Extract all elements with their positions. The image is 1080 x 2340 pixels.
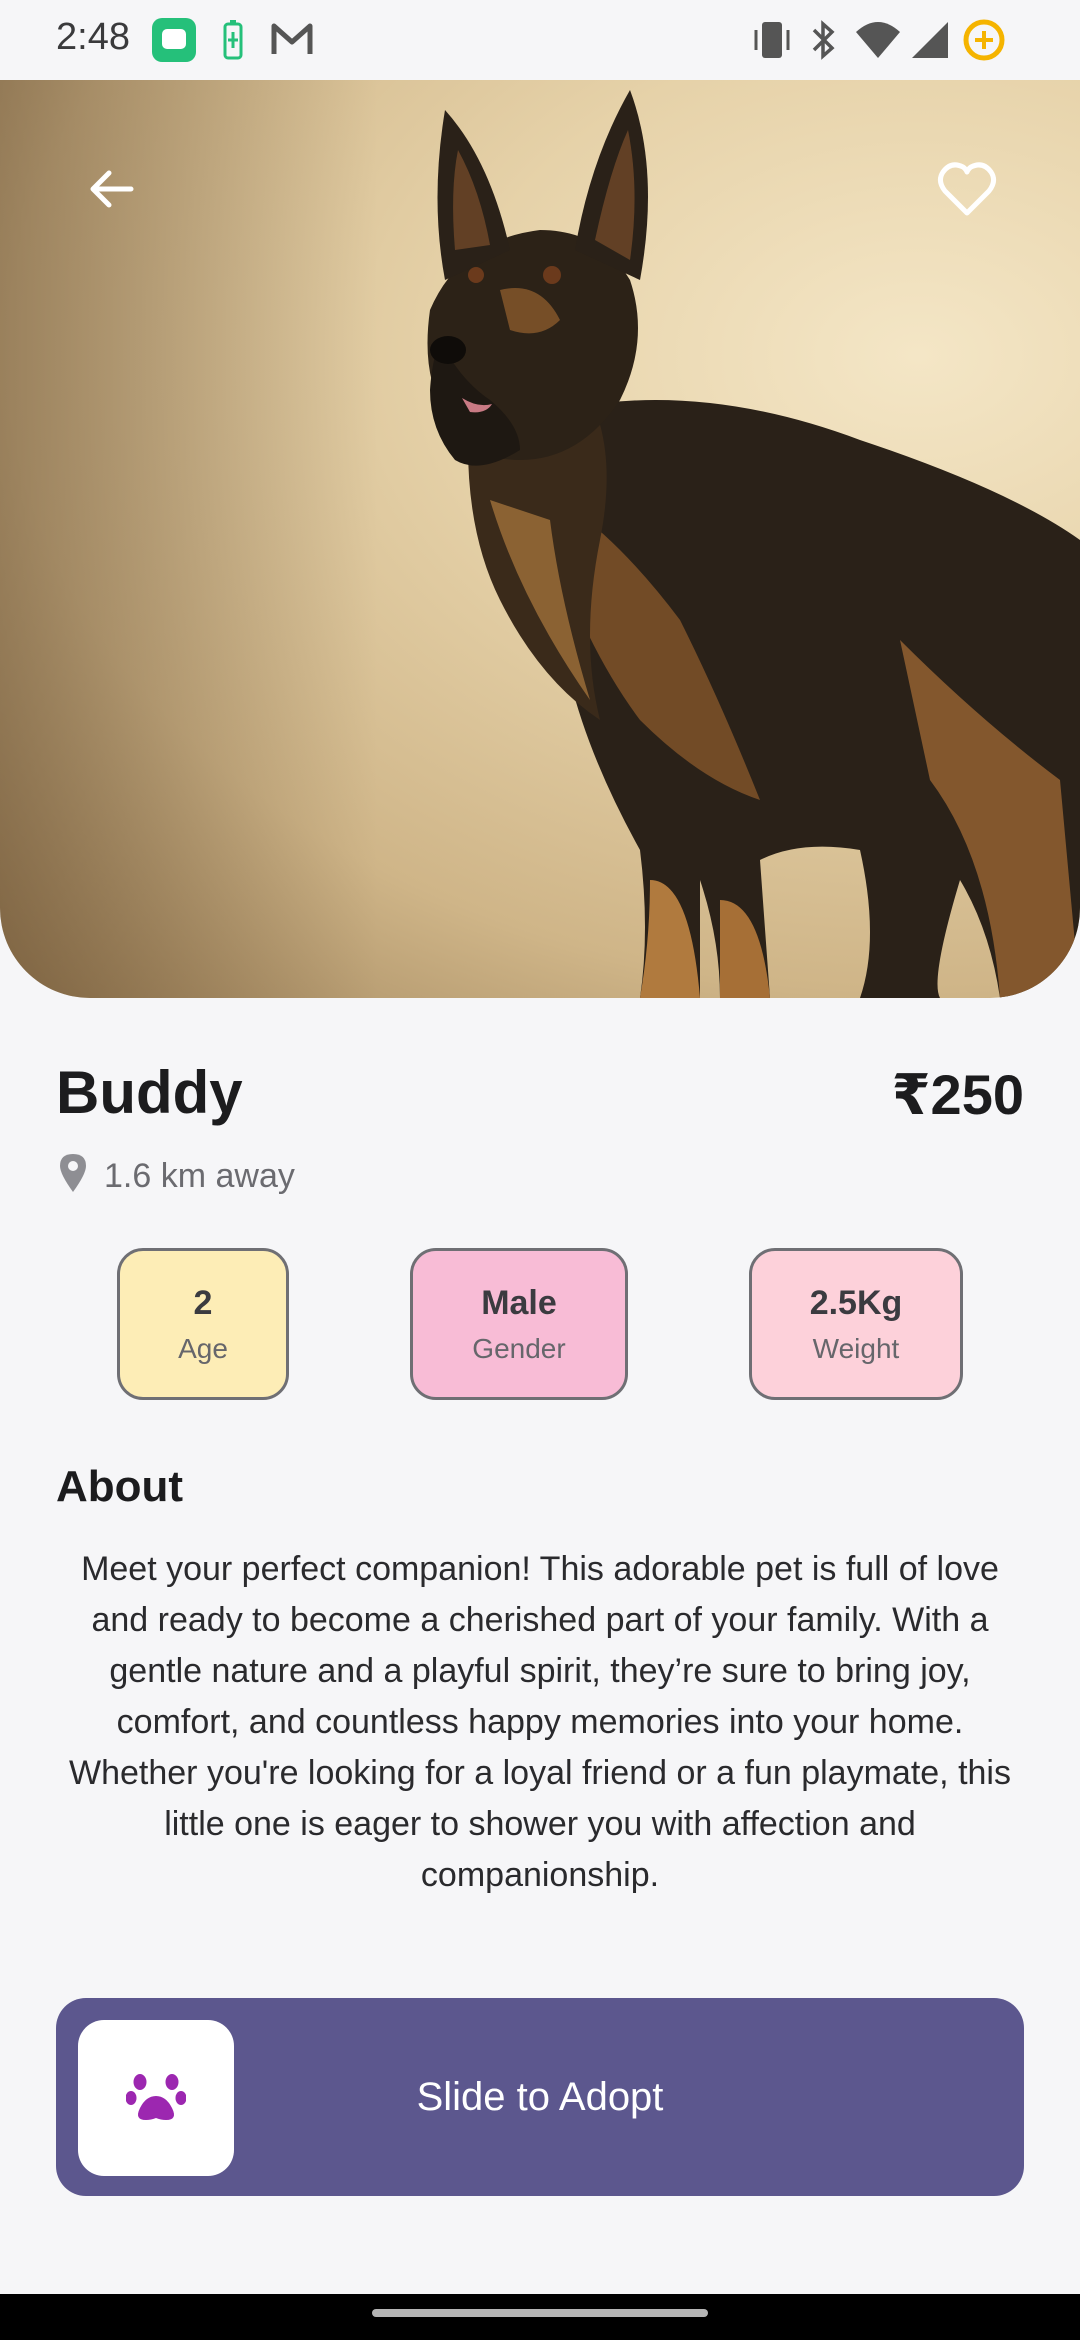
paw-icon [125, 2068, 187, 2129]
vibrate-icon [752, 18, 792, 67]
stat-gender-value: Male [481, 1283, 557, 1322]
back-button[interactable] [66, 146, 156, 236]
about-description: Meet your perfect companion! This adorab… [69, 1550, 1011, 1894]
stat-weight-label: Weight [812, 1332, 900, 1364]
cellular-signal-icon [910, 18, 950, 67]
distance-text: 1.6 km away [104, 1157, 295, 1195]
message-app-icon [152, 18, 196, 67]
arrow-back-icon [85, 163, 137, 220]
stat-gender: Male Gender [410, 1248, 628, 1400]
pet-hero-image [0, 80, 1080, 998]
stat-weight: 2.5Kg Weight [749, 1248, 963, 1400]
stat-weight-value: 2.5Kg [809, 1283, 903, 1322]
wifi-icon [854, 18, 902, 67]
stat-gender-label: Gender [472, 1332, 566, 1364]
system-nav-bar [0, 2294, 1080, 2340]
battery-saver-icon [222, 18, 244, 67]
stat-age: 2 Age [117, 1248, 289, 1400]
stat-age-label: Age [178, 1332, 228, 1364]
stat-age-value: 2 [193, 1283, 213, 1322]
location-pin-icon [58, 1152, 88, 1201]
data-saver-icon [962, 18, 1006, 67]
pet-price: ₹250 [891, 1063, 1024, 1126]
heart-outline-icon [937, 161, 997, 222]
pet-location: 1.6 km away [58, 1152, 295, 1201]
slide-handle[interactable] [78, 2020, 234, 2176]
gmail-icon [270, 18, 314, 67]
favorite-button[interactable] [922, 146, 1012, 236]
about-title: About [56, 1462, 184, 1511]
bluetooth-icon [808, 18, 838, 67]
german-shepherd-dog-photo [427, 90, 1080, 998]
home-gesture-handle[interactable] [372, 2309, 708, 2317]
status-time: 2:48 [56, 16, 130, 58]
slide-to-adopt-track[interactable]: Slide to Adopt [56, 1998, 1024, 2196]
pet-name: Buddy [56, 1059, 243, 1126]
status-bar: 2:48 [0, 0, 1080, 80]
